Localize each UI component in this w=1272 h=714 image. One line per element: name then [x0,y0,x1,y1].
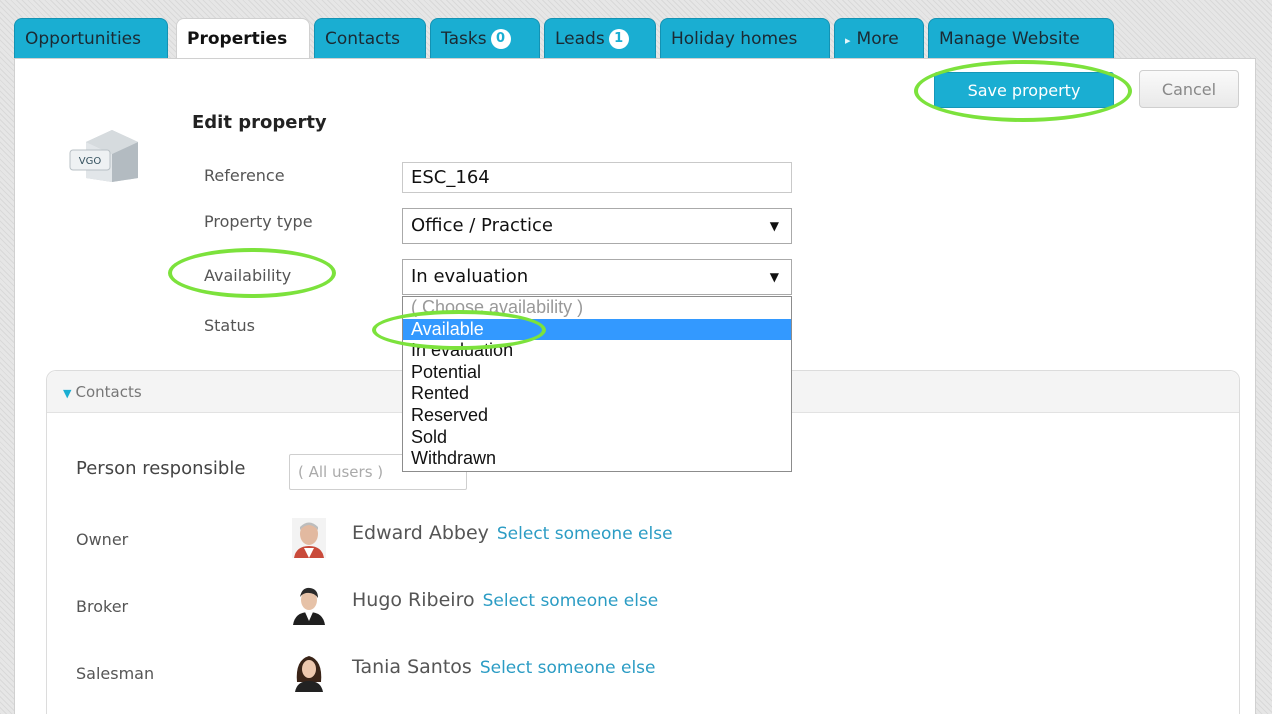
broker-contact: Hugo Ribeiro Select someone else [352,589,658,611]
salesman-avatar [292,652,326,692]
dropdown-arrow-icon: ▼ [769,219,779,233]
availability-dropdown-list: ( Choose availability ) Available In eva… [402,296,792,472]
tab-leads[interactable]: Leads 1 [544,18,656,58]
tab-label: Manage Website [939,29,1080,49]
leads-count-badge: 1 [608,29,629,49]
person-responsible-label: Person responsible [76,458,246,479]
broker-select-someone-else-link[interactable]: Select someone else [483,591,659,611]
status-label: Status [204,316,255,335]
owner-select-someone-else-link[interactable]: Select someone else [497,524,673,544]
tab-label: Holiday homes [671,29,798,49]
tab-more[interactable]: ▸ More [834,18,924,58]
tab-label: Leads [555,29,605,49]
availability-option[interactable]: Withdrawn [403,448,791,470]
tab-label: Tasks [441,29,487,49]
availability-select[interactable]: In evaluation ▼ [402,259,792,295]
chevron-right-icon: ▸ [845,34,851,47]
broker-label: Broker [76,597,129,616]
salesman-name: Tania Santos [352,656,472,678]
tab-holiday-homes[interactable]: Holiday homes [660,18,830,58]
dropdown-arrow-icon: ▼ [769,270,779,284]
tab-tasks[interactable]: Tasks 0 [430,18,540,58]
salesman-select-someone-else-link[interactable]: Select someone else [480,658,656,678]
tab-label: Properties [187,29,288,49]
page-title: Edit property [192,112,327,133]
availability-label: Availability [204,266,292,285]
property-type-label: Property type [204,212,313,231]
reference-input[interactable] [402,162,792,193]
availability-option[interactable]: In evaluation [403,340,791,362]
reference-label: Reference [204,166,285,185]
availability-option-selected[interactable]: Available [403,318,791,341]
house-icon: VGO [69,130,138,182]
tab-opportunities[interactable]: Opportunities [14,18,168,58]
owner-label: Owner [76,530,129,549]
availability-option[interactable]: Potential [403,362,791,384]
salesman-contact: Tania Santos Select someone else [352,656,656,678]
salesman-label: Salesman [76,664,155,683]
broker-name: Hugo Ribeiro [352,589,475,611]
tab-label: More [856,29,899,49]
section-title: Contacts [75,383,142,401]
availability-option[interactable]: Reserved [403,405,791,427]
logo-text: VGO [79,156,102,167]
tab-manage-website[interactable]: Manage Website [928,18,1114,58]
save-property-button[interactable]: Save property [934,72,1114,108]
owner-avatar [292,518,326,558]
property-type-value: Office / Practice [411,215,553,236]
owner-name: Edward Abbey [352,522,489,544]
broker-avatar [292,585,326,625]
availability-value: In evaluation [411,266,529,287]
tab-properties[interactable]: Properties [176,18,310,60]
availability-option[interactable]: Rented [403,383,791,405]
collapse-triangle-icon: ▼ [63,387,72,400]
tab-label: Contacts [325,29,400,49]
availability-option[interactable]: ( Choose availability ) [403,297,791,319]
cancel-button[interactable]: Cancel [1139,70,1239,108]
tasks-count-badge: 0 [490,29,511,49]
tab-label: Opportunities [25,29,141,49]
owner-contact: Edward Abbey Select someone else [352,522,673,544]
availability-option[interactable]: Sold [403,427,791,449]
tab-contacts[interactable]: Contacts [314,18,426,58]
property-type-select[interactable]: Office / Practice ▼ [402,208,792,244]
